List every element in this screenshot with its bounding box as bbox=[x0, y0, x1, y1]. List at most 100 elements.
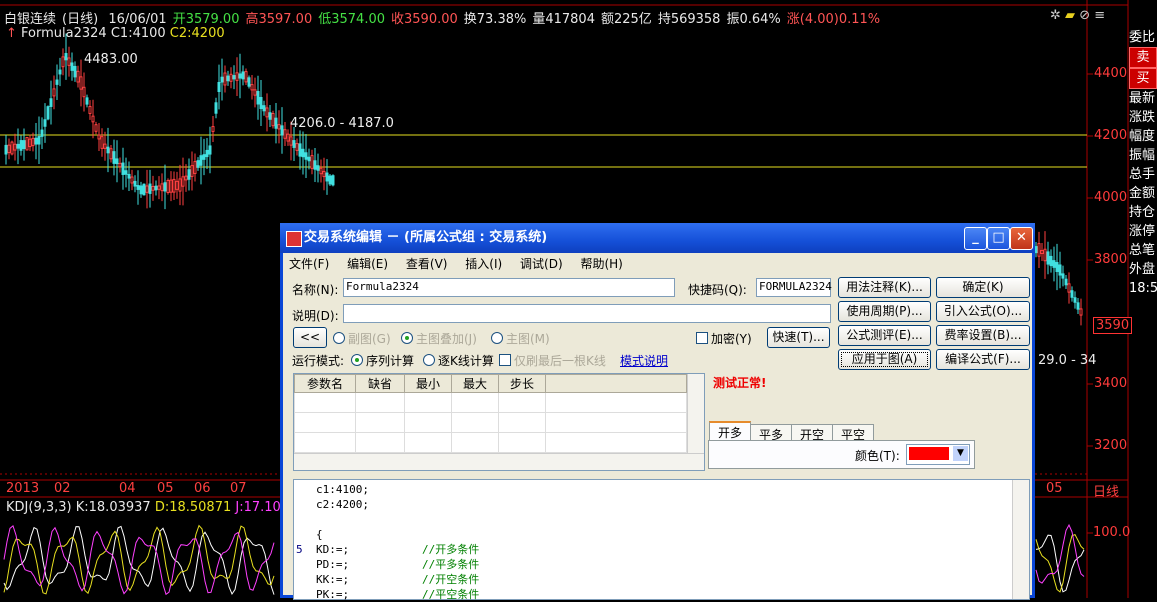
x-axis-label: 02 bbox=[54, 481, 71, 496]
side-label: 振幅 bbox=[1129, 148, 1156, 163]
fast-button[interactable]: 快速(T)... bbox=[767, 327, 830, 348]
close-icon[interactable]: ✕ bbox=[1010, 227, 1033, 250]
radio-mainchart[interactable]: 主图(M) bbox=[491, 330, 550, 347]
code-line[interactable] bbox=[316, 512, 479, 527]
encrypt-checkbox[interactable]: 加密(Y) bbox=[696, 330, 752, 347]
collapse-button[interactable]: << bbox=[293, 327, 327, 348]
dialog-titlebar[interactable]: 交易系统编辑 － (所属公式组 : 交易系统) _ □ ✕ bbox=[280, 223, 1035, 253]
candle-body bbox=[1052, 260, 1056, 268]
gear-icon[interactable]: ✲ bbox=[1050, 8, 1061, 23]
candle-body bbox=[73, 65, 77, 78]
instrument-name: 白银连续 bbox=[4, 12, 57, 27]
sell-button[interactable]: 卖 bbox=[1129, 47, 1157, 68]
candle-body bbox=[319, 167, 323, 175]
code-text[interactable]: c1:4100; c2:4200; {KD:=; //开多条件 PD:=; //平多… bbox=[316, 482, 479, 602]
name-input[interactable]: Formula2324 bbox=[343, 278, 675, 297]
compile-formula-button[interactable]: 编译公式(F)... bbox=[936, 349, 1030, 370]
menu-insert[interactable]: 插入(I) bbox=[465, 257, 502, 271]
refresh-last-label: 仅刷最后一根K线 bbox=[514, 354, 606, 368]
candle-body bbox=[145, 185, 149, 193]
chevron-down-icon[interactable]: ▼ bbox=[953, 446, 968, 461]
column-header[interactable]: 参数名 bbox=[294, 374, 356, 393]
radio-main-overlay[interactable]: 主图叠加(J) bbox=[401, 330, 477, 347]
color-select[interactable]: ▼ bbox=[906, 444, 970, 465]
apply-to-chart-button[interactable]: 应用于图(A) bbox=[838, 349, 931, 370]
candle-body bbox=[103, 143, 107, 149]
ticket-icon[interactable]: ▰ bbox=[1065, 8, 1075, 23]
menu-view[interactable]: 查看(V) bbox=[406, 257, 448, 271]
quote-amplitude: 振0.64% bbox=[726, 12, 781, 27]
shortcut-input[interactable]: FORMULA2324 bbox=[756, 278, 832, 297]
radio-per-kline[interactable]: 逐K线计算 bbox=[423, 352, 494, 369]
radio-sequence[interactable]: 序列计算 bbox=[351, 352, 414, 369]
candle-body bbox=[82, 86, 86, 98]
vertical-scrollbar[interactable] bbox=[1012, 480, 1029, 599]
maximize-icon[interactable]: □ bbox=[987, 227, 1010, 250]
menu-file[interactable]: 文件(F) bbox=[289, 257, 329, 271]
code-line[interactable]: KK:=; //开空条件 bbox=[316, 572, 479, 587]
ok-button[interactable]: 确定(K) bbox=[936, 277, 1030, 298]
formula-c2: C2:4200 bbox=[169, 26, 225, 41]
candle-body bbox=[7, 144, 11, 154]
mode-help-link[interactable]: 模式说明 bbox=[620, 352, 668, 369]
minimize-icon[interactable]: _ bbox=[964, 227, 987, 250]
candle-body bbox=[268, 112, 272, 120]
tab-open-long[interactable]: 开多 bbox=[709, 421, 752, 442]
menu-icon[interactable]: ≡ bbox=[1094, 8, 1105, 23]
candle-body bbox=[160, 183, 164, 192]
menu-edit[interactable]: 编辑(E) bbox=[347, 257, 388, 271]
code-line[interactable]: c1:4100; bbox=[316, 482, 479, 497]
formula-code-editor[interactable]: 5 c1:4100; c2:4200; {KD:=; //开多条件 PD:=; //… bbox=[293, 479, 1030, 602]
refresh-last-checkbox[interactable]: 仅刷最后一根K线 bbox=[499, 352, 606, 369]
column-header[interactable]: 步长 bbox=[498, 374, 546, 393]
menu-debug[interactable]: 调试(D) bbox=[520, 257, 563, 271]
candle-body bbox=[151, 185, 155, 191]
candle-body bbox=[214, 102, 218, 114]
parameter-table[interactable]: 参数名 缺省 最小 最大 步长 bbox=[293, 373, 705, 471]
table-row[interactable] bbox=[294, 392, 687, 413]
sound-icon[interactable]: ⊘ bbox=[1079, 8, 1090, 23]
code-line[interactable]: c2:4200; bbox=[316, 497, 479, 512]
formula-test-button[interactable]: 公式测评(E)... bbox=[838, 325, 931, 346]
menu-help[interactable]: 帮助(H) bbox=[580, 257, 622, 271]
candle-body bbox=[1064, 278, 1068, 286]
table-row[interactable] bbox=[294, 432, 687, 453]
usage-notes-button[interactable]: 用法注释(K)... bbox=[838, 277, 931, 298]
table-row[interactable] bbox=[294, 412, 687, 433]
x-axis-label: 07 bbox=[230, 481, 247, 496]
candle-body bbox=[100, 136, 104, 149]
candle-body bbox=[193, 161, 197, 174]
formula-name: Formula2324 bbox=[21, 26, 107, 41]
menu-bar: 文件(F) 编辑(E) 查看(V) 插入(I) 调试(D) 帮助(H) bbox=[289, 255, 637, 272]
code-line[interactable]: PD:=; //平多条件 bbox=[316, 557, 479, 572]
candle-body bbox=[34, 137, 38, 145]
x-axis-label: 06 bbox=[194, 481, 211, 496]
use-period-button[interactable]: 使用周期(P)... bbox=[838, 301, 931, 322]
column-header[interactable]: 缺省 bbox=[355, 374, 405, 393]
candle-body bbox=[1037, 243, 1041, 257]
candle-body bbox=[79, 76, 83, 90]
code-line[interactable]: KD:=; //开多条件 bbox=[316, 542, 479, 557]
radio-subchart[interactable]: 副图(G) bbox=[333, 330, 391, 347]
quote-bar: 白银连续 (日线) 16/06/01 开3579.00 高3597.00 低3574.0… bbox=[4, 8, 886, 27]
code-line[interactable]: { bbox=[316, 527, 479, 542]
column-header[interactable]: 最大 bbox=[451, 374, 499, 393]
color-label: 颜色(T): bbox=[855, 449, 900, 463]
per-kline-label: 逐K线计算 bbox=[438, 354, 494, 368]
radio-main-label: 主图(M) bbox=[506, 332, 550, 346]
radio-overlay-label: 主图叠加(J) bbox=[416, 332, 477, 346]
candle-body bbox=[64, 53, 68, 61]
import-formula-button[interactable]: 引入公式(O)... bbox=[936, 301, 1030, 322]
toolbar-icons[interactable]: ✲ ▰ ⊘ ≡ bbox=[1050, 8, 1105, 23]
candle-body bbox=[1034, 246, 1038, 254]
fee-settings-button[interactable]: 费率设置(B)... bbox=[936, 325, 1030, 346]
candle-body bbox=[106, 146, 110, 154]
candle-body bbox=[43, 119, 47, 127]
candle-body bbox=[1040, 249, 1044, 255]
code-line[interactable]: PK:=; //平空条件 bbox=[316, 587, 479, 602]
horizontal-scrollbar[interactable] bbox=[294, 453, 704, 470]
description-input[interactable] bbox=[343, 304, 831, 323]
column-header[interactable]: 最小 bbox=[404, 374, 452, 393]
candle-body bbox=[286, 133, 290, 142]
buy-button[interactable]: 买 bbox=[1129, 68, 1157, 89]
